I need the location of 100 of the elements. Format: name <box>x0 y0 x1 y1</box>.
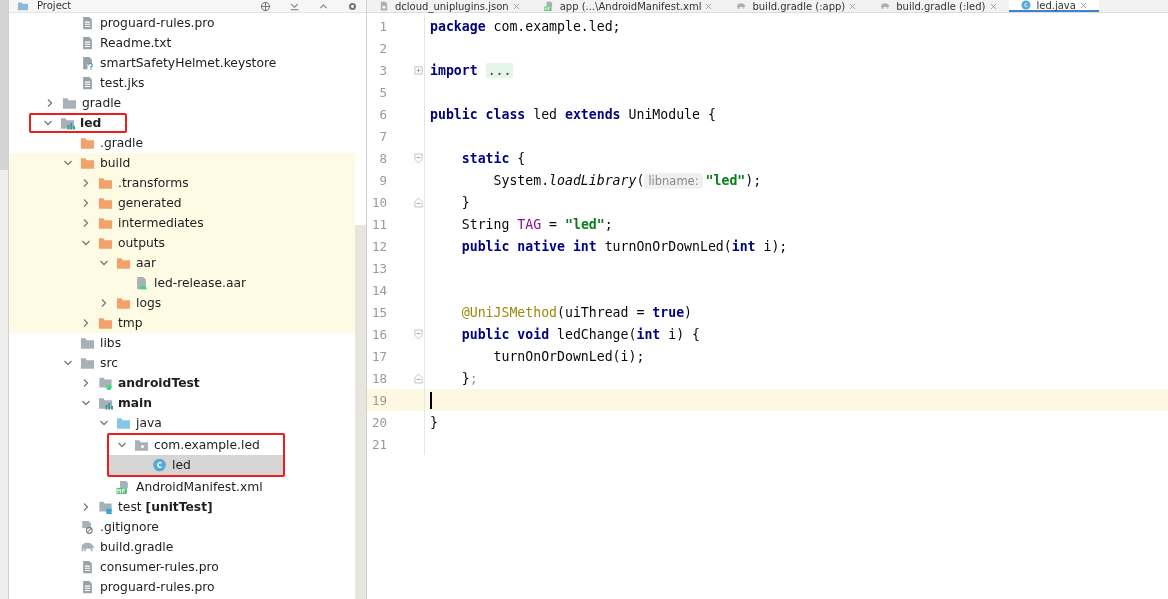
editor-tab[interactable]: led.java <box>1008 0 1099 12</box>
tree-row[interactable]: Readme.txt <box>9 33 355 53</box>
ignore-file-icon <box>80 520 95 534</box>
folder-icon <box>116 296 131 310</box>
line-number: 8 <box>378 150 387 166</box>
editor-tab[interactable]: build.gradle (:app) <box>724 0 869 12</box>
tree-row[interactable]: proguard-rules.pro <box>9 577 355 597</box>
test-folder-icon <box>98 376 113 390</box>
close-icon[interactable] <box>512 2 520 10</box>
tree-row[interactable]: led-release.aar <box>9 273 355 293</box>
editor-tab[interactable]: dcloud_uniplugins.json <box>367 0 532 12</box>
tree-row[interactable]: outputs <box>9 233 355 253</box>
text-file-icon <box>80 36 95 50</box>
fold-marker-icon[interactable] <box>414 64 423 76</box>
editor-tab[interactable]: build.gradle (:led) <box>868 0 1009 12</box>
text-file-icon <box>80 76 95 90</box>
chevron-down-icon[interactable] <box>117 440 127 450</box>
fold-marker-icon[interactable] <box>414 196 423 208</box>
tree-row[interactable]: com.example.led <box>109 435 283 455</box>
tree-row[interactable]: intermediates <box>9 213 355 233</box>
line-number: 14 <box>370 282 387 298</box>
code-line: package com.example.led; <box>430 18 621 34</box>
json-file-icon <box>379 1 389 11</box>
folder-icon <box>98 316 113 330</box>
line-number: 16 <box>370 326 387 342</box>
folder-icon <box>98 236 113 250</box>
tree-row[interactable]: gradle <box>9 93 355 113</box>
chevron-right-icon[interactable] <box>45 98 55 108</box>
chevron-down-icon[interactable] <box>43 118 53 128</box>
chevron-down-icon[interactable] <box>63 358 73 368</box>
text-file-icon <box>80 580 95 594</box>
module-folder-icon <box>60 116 75 130</box>
tree-row[interactable]: .gradle <box>9 133 355 153</box>
line-number: 11 <box>370 216 387 232</box>
tree-row[interactable]: AndroidManifest.xml <box>9 477 355 497</box>
folder-icon <box>116 256 131 270</box>
manifest-file-icon <box>116 480 131 494</box>
fold-marker-icon[interactable] <box>414 372 423 384</box>
tree-row[interactable]: .transforms <box>9 173 355 193</box>
close-icon[interactable] <box>989 2 997 10</box>
package-icon <box>134 438 149 452</box>
class-icon <box>152 458 167 472</box>
scrollbar[interactable] <box>355 225 366 599</box>
line-number: 9 <box>378 172 387 188</box>
tree-row[interactable]: test [unitTest] <box>9 497 355 517</box>
tree-row[interactable]: build.gradle <box>9 537 355 557</box>
fold-marker-icon[interactable] <box>414 328 423 340</box>
line-number: 21 <box>370 436 387 452</box>
tree-row[interactable]: src <box>9 353 355 373</box>
line-number: 19 <box>370 392 387 408</box>
elephant-icon <box>736 1 747 11</box>
folder-icon <box>80 136 95 150</box>
tree-row[interactable]: libs <box>9 333 355 353</box>
fold-marker-icon[interactable] <box>414 152 423 164</box>
folder-icon <box>98 216 113 230</box>
close-icon[interactable] <box>1079 1 1087 9</box>
tree-row[interactable]: aar <box>9 253 355 273</box>
chevron-right-icon[interactable] <box>81 378 91 388</box>
tree-row[interactable]: main <box>9 393 355 413</box>
code-line: public class led extends UniModule { <box>430 106 716 122</box>
settings-icon[interactable] <box>347 0 358 12</box>
line-number: 2 <box>378 40 387 56</box>
tree-row[interactable]: logs <box>9 293 355 313</box>
panel-title[interactable]: Project <box>37 0 72 12</box>
line-number: 3 <box>378 62 387 78</box>
line-number: 1 <box>378 18 387 34</box>
text-file-icon <box>80 560 95 574</box>
code-line: static { <box>460 150 526 166</box>
class-icon <box>1020 0 1031 10</box>
tree-row[interactable]: build <box>9 153 355 173</box>
tree-row[interactable]: java <box>9 413 355 433</box>
close-icon[interactable] <box>849 2 857 10</box>
code-line: public void ledChange(int i) { <box>460 326 700 342</box>
manifest-file-icon <box>543 1 554 11</box>
tree-row[interactable]: proguard-rules.pro <box>9 13 355 33</box>
target-icon[interactable] <box>260 0 271 12</box>
code-line: }; <box>460 370 478 386</box>
tree-row[interactable]: test.jks <box>9 73 355 93</box>
tree-row[interactable]: tmp <box>9 313 355 333</box>
tree-row[interactable]: consumer-rules.pro <box>9 557 355 577</box>
module-folder-icon <box>98 396 113 410</box>
tree-row[interactable]: .gitignore <box>9 517 355 537</box>
tree-row[interactable]: led <box>29 113 128 133</box>
line-number: 18 <box>370 370 387 386</box>
code-line: } <box>460 194 470 210</box>
line-number: 13 <box>370 260 387 276</box>
folder-icon <box>116 416 131 430</box>
folder-icon <box>80 336 95 350</box>
chevron-right-icon[interactable] <box>81 502 91 512</box>
line-number: 17 <box>370 348 387 364</box>
chevron-down-icon[interactable] <box>63 158 73 168</box>
editor-tab[interactable]: app (...\AndroidManifest.xml <box>531 0 725 12</box>
tree-row[interactable]: smartSafetyHelmet.keystore <box>9 53 355 73</box>
folder-icon <box>98 176 113 190</box>
tree-row[interactable]: led <box>109 455 283 475</box>
tree-row[interactable]: generated <box>9 193 355 213</box>
line-number: 5 <box>378 84 387 100</box>
elephant-icon <box>880 1 891 11</box>
close-icon[interactable] <box>705 2 713 10</box>
tree-row[interactable]: androidTest <box>9 373 355 393</box>
